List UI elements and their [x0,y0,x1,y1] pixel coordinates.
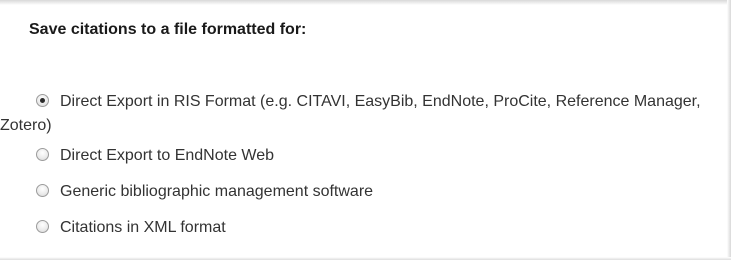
panel-right-shadow [727,0,731,260]
option-ris-format-label: Direct Export in RIS Format (e.g. CITAVI… [0,93,701,134]
option-endnote-web-label: Direct Export to EndNote Web [60,147,275,164]
panel-top-shadow [0,0,731,5]
format-radio-group: Direct Export in RIS Format (e.g. CITAVI… [0,90,726,246]
panel-heading: Save citations to a file formatted for: [29,21,307,38]
option-endnote-web[interactable]: Direct Export to EndNote Web [0,138,726,174]
option-generic-software-label: Generic bibliographic management softwar… [60,183,374,200]
radio-ris-format[interactable] [36,94,49,107]
option-generic-software[interactable]: Generic bibliographic management softwar… [0,174,726,210]
radio-xml-format[interactable] [36,220,49,233]
radio-generic-software[interactable] [36,184,49,197]
option-xml-format-label: Citations in XML format [60,219,226,236]
radio-endnote-web[interactable] [36,148,49,161]
option-ris-format[interactable]: Direct Export in RIS Format (e.g. CITAVI… [0,90,726,138]
export-options-panel: Save citations to a file formatted for: … [0,0,731,260]
option-xml-format[interactable]: Citations in XML format [0,210,726,246]
